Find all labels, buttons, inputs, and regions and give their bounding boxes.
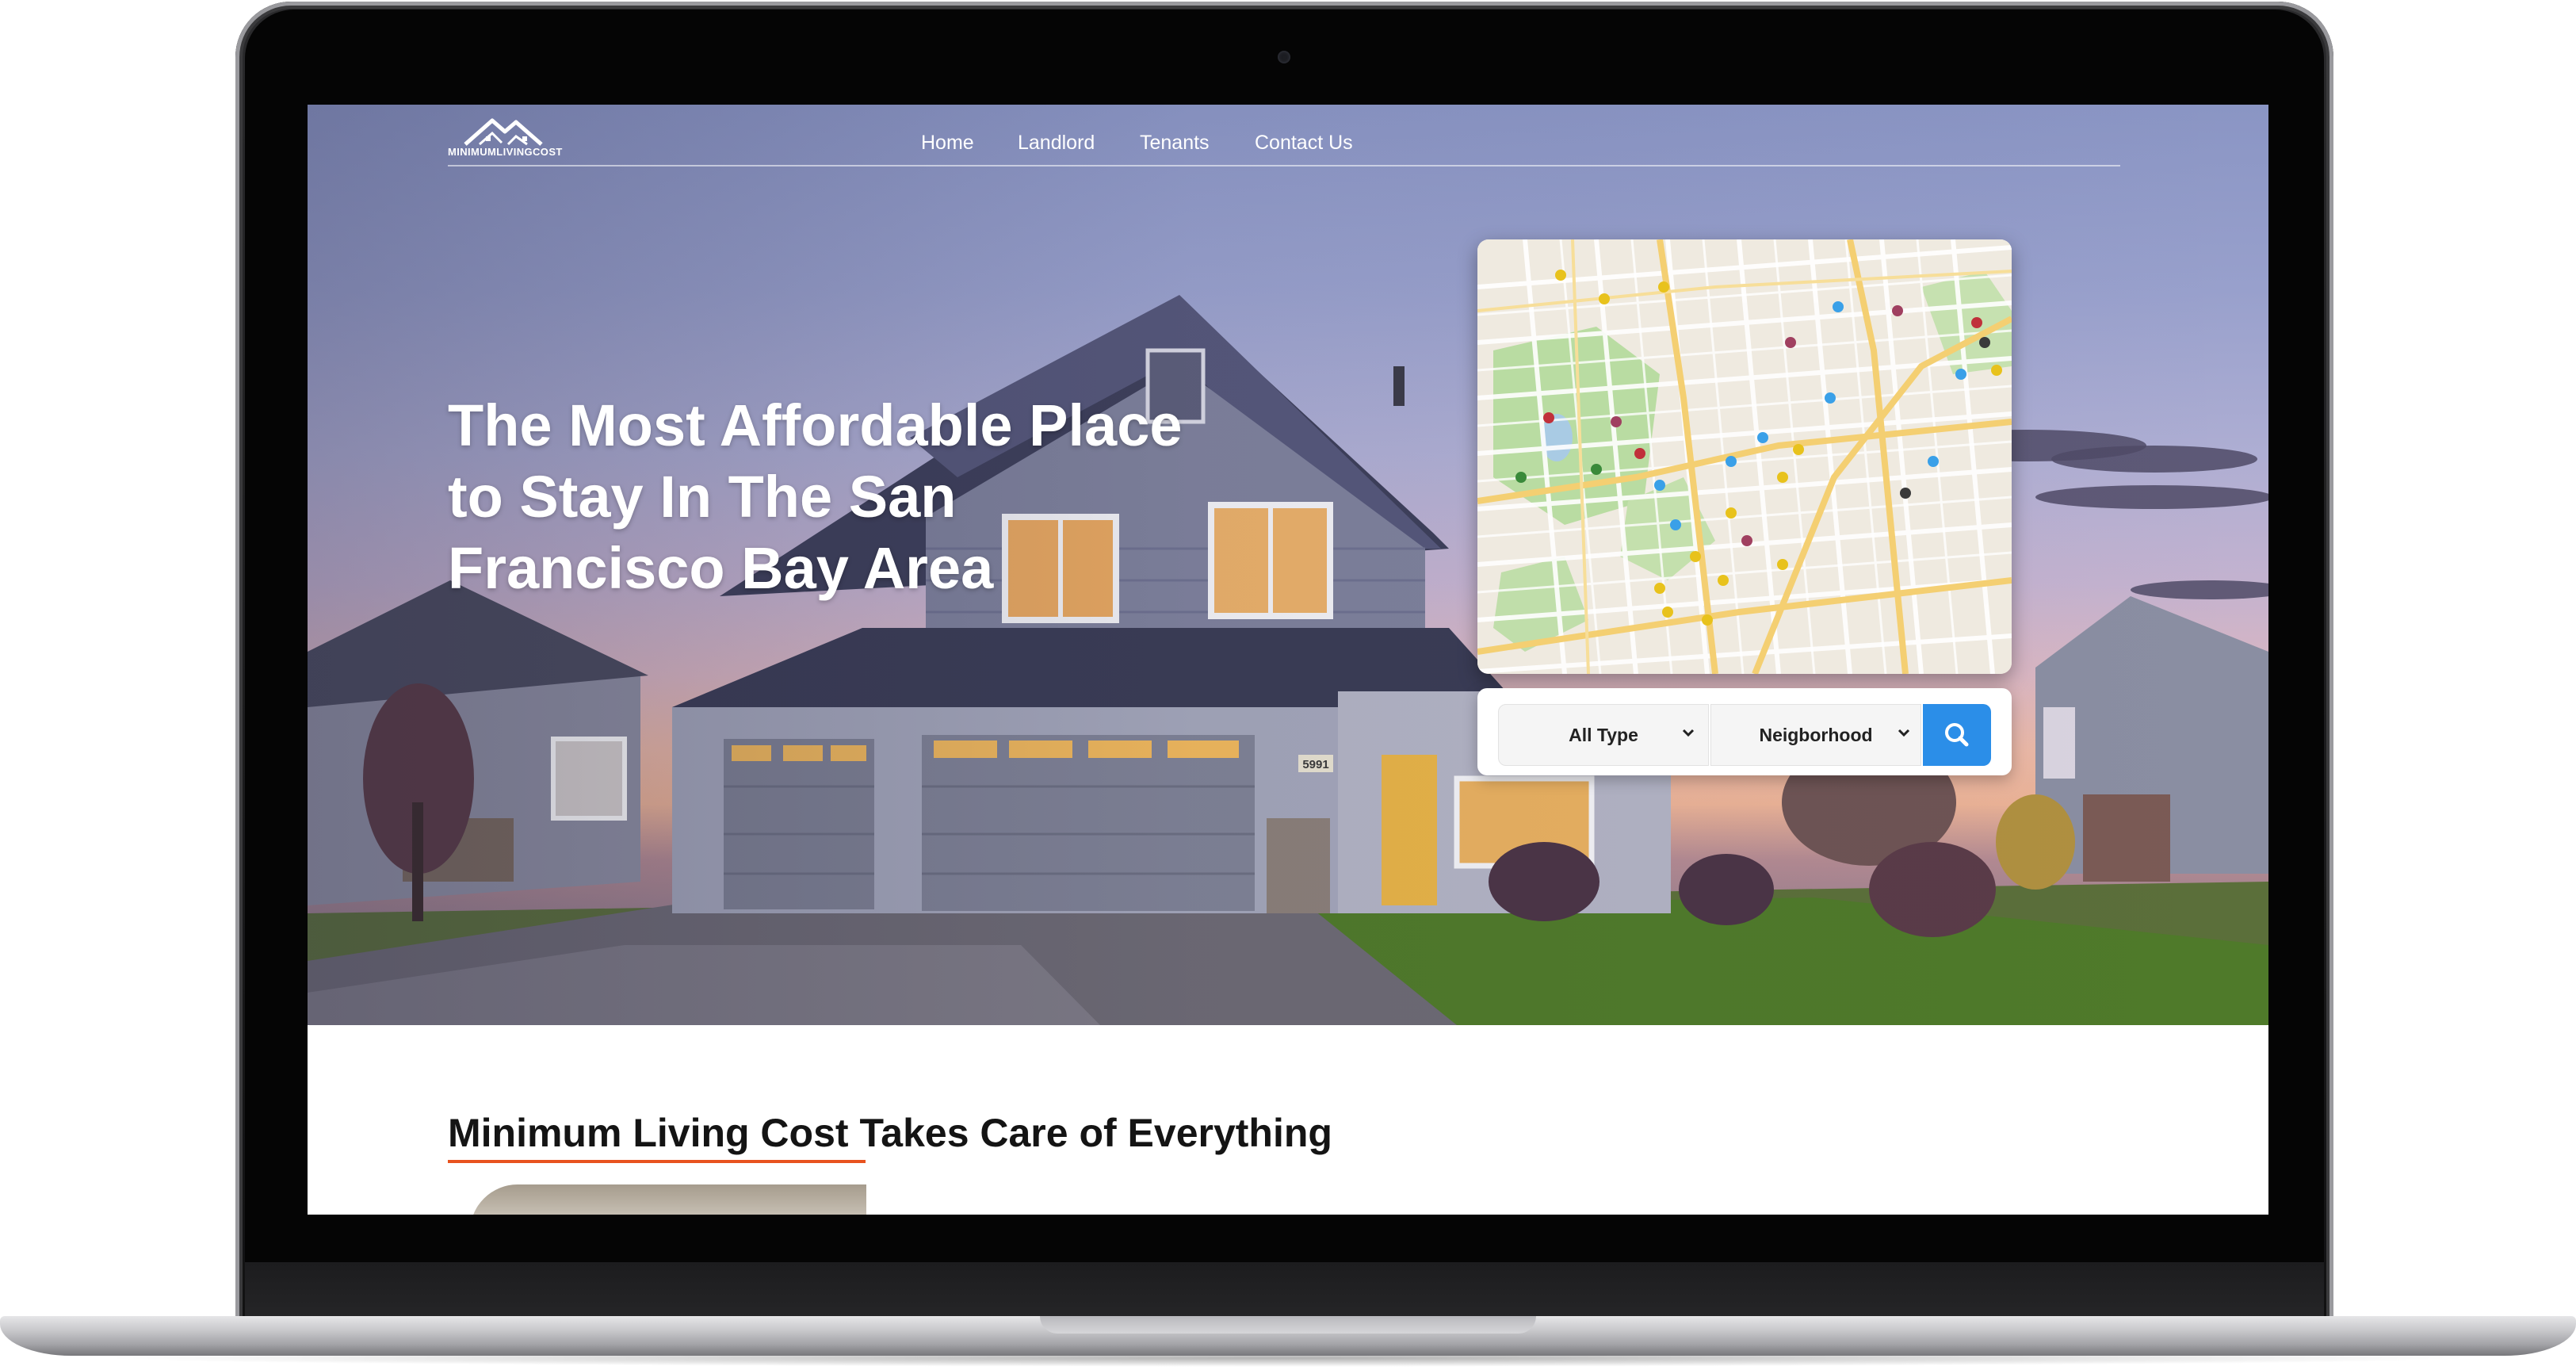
type-select-value: All Type (1569, 725, 1638, 745)
neighborhood-select[interactable]: Neigborhood (1710, 704, 1921, 766)
search-icon (1945, 723, 1969, 747)
neighborhood-select-value: Neigborhood (1759, 725, 1873, 745)
nav-divider (448, 165, 2120, 166)
title-underline (448, 1160, 866, 1163)
camera-icon (1278, 51, 1290, 63)
section-title-highlight: Minimum Living Cost (448, 1111, 849, 1155)
map-widget[interactable] (1477, 239, 2012, 674)
website-screen: 5991 MINIMUMLIVINGCOST Home Landlord Ten… (308, 105, 2268, 1215)
headline-line: The Most Affordable Place (448, 392, 1183, 458)
headline-line: Francisco Bay Area (448, 535, 994, 601)
nav-tenants[interactable]: Tenants (1140, 132, 1210, 155)
property-search-bar: All Type Neigborhood (1477, 688, 2012, 775)
laptop-notch (1040, 1316, 1536, 1334)
street-map (1477, 239, 2012, 674)
headline-line: to Stay In The San (448, 464, 957, 530)
nav-home[interactable]: Home (921, 132, 974, 155)
section-title: Minimum Living Cost Takes Care of Everyt… (448, 1110, 1332, 1156)
main-nav: Home Landlord Tenants Contact Us (308, 132, 2268, 163)
feature-image-preview (470, 1184, 866, 1215)
nav-contact-us[interactable]: Contact Us (1255, 132, 1353, 155)
hero-headline: The Most Affordable Place to Stay In The… (448, 390, 1320, 604)
nav-landlord[interactable]: Landlord (1018, 132, 1095, 155)
chevron-down-icon (1682, 729, 1695, 737)
screen-chin (245, 1262, 2324, 1322)
chevron-down-icon (1898, 729, 1910, 737)
search-button[interactable] (1923, 704, 1991, 766)
section-title-rest: Takes Care of Everything (848, 1111, 1332, 1155)
type-select[interactable]: All Type (1498, 704, 1709, 766)
laptop-mockup: 5991 MINIMUMLIVINGCOST Home Landlord Ten… (0, 0, 2576, 1370)
